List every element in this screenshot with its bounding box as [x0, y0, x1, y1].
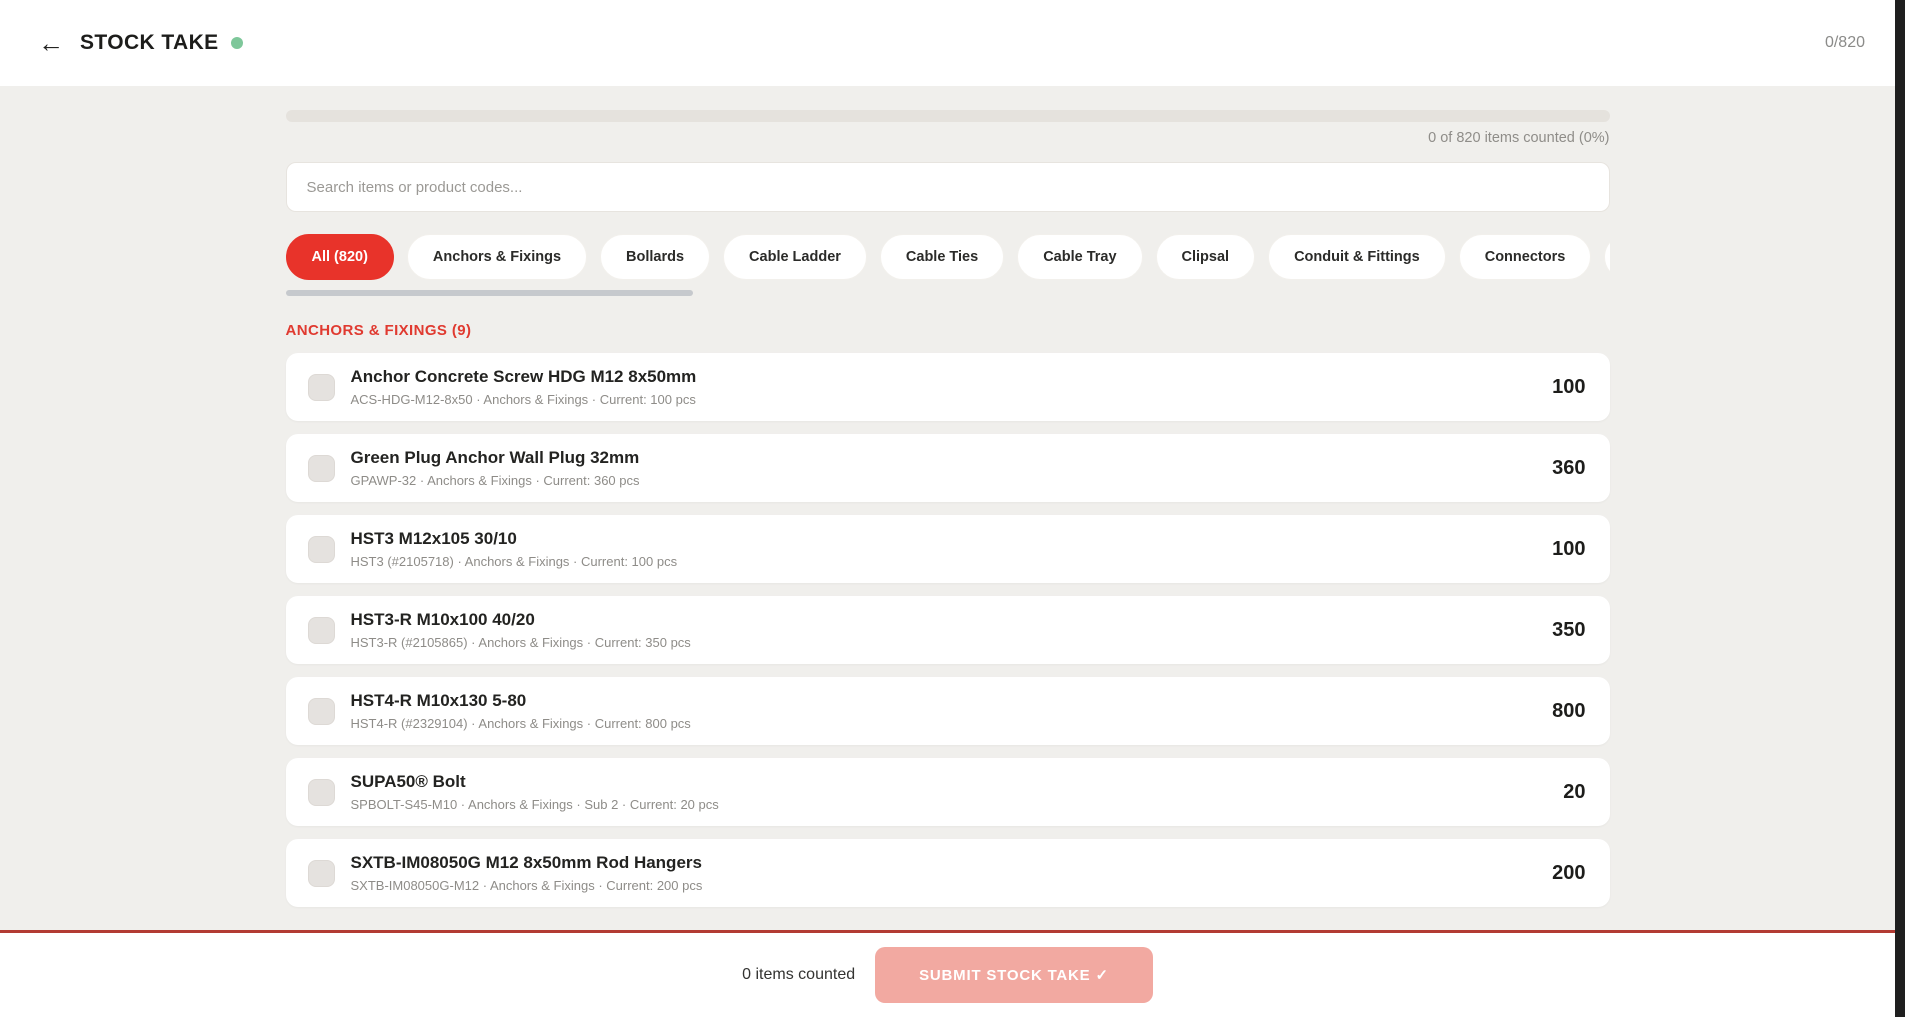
item-text: Anchor Concrete Screw HDG M12 8x50mm ACS… [351, 367, 1533, 406]
footer-bar: 0 items counted SUBMIT STOCK TAKE ✓ [0, 930, 1895, 1017]
page-title: STOCK TAKE [80, 31, 219, 55]
item-checkbox[interactable] [308, 698, 335, 725]
item-quantity: 20 [1563, 781, 1585, 804]
chips-horizontal-scrollbar[interactable] [286, 290, 693, 296]
item-text: SXTB-IM08050G M12 8x50mm Rod Hangers SXT… [351, 853, 1533, 892]
search-input[interactable] [286, 162, 1610, 212]
item-meta: SPBOLT-S45-M10 · Anchors & Fixings · Sub… [351, 797, 1544, 812]
item-quantity: 100 [1552, 538, 1585, 561]
filter-chip-anchors-fixings[interactable]: Anchors & Fixings [407, 234, 587, 280]
item-text: SUPA50® Bolt SPBOLT-S45-M10 · Anchors & … [351, 772, 1544, 811]
filter-chip-connectors[interactable]: Connectors [1459, 234, 1592, 280]
item-checkbox[interactable] [308, 536, 335, 563]
item-name: SUPA50® Bolt [351, 772, 1544, 792]
section-heading: ANCHORS & FIXINGS (9) [286, 322, 1610, 339]
filter-chip-all[interactable]: All (820) [286, 234, 394, 280]
progress-summary: 0 of 820 items counted (0%) [286, 130, 1610, 146]
stock-take-page: ← STOCK TAKE 0/820 0 of 820 items counte… [0, 0, 1905, 1017]
status-dot-icon [231, 37, 243, 49]
item-meta: HST3 (#2105718) · Anchors & Fixings · Cu… [351, 554, 1533, 569]
item-meta: SXTB-IM08050G-M12 · Anchors & Fixings · … [351, 878, 1533, 893]
item-name: HST3 M12x105 30/10 [351, 529, 1533, 549]
item-meta: GPAWP-32 · Anchors & Fixings · Current: … [351, 473, 1533, 488]
item-meta: ACS-HDG-M12-8x50 · Anchors & Fixings · C… [351, 392, 1533, 407]
item-name: HST4-R M10x130 5-80 [351, 691, 1533, 711]
item-quantity: 360 [1552, 457, 1585, 480]
footer-count-label: 0 items counted [742, 966, 855, 984]
filter-chip-cable-tray[interactable]: Cable Tray [1017, 234, 1142, 280]
item-name: HST3-R M10x100 40/20 [351, 610, 1533, 630]
item-name: SXTB-IM08050G M12 8x50mm Rod Hangers [351, 853, 1533, 873]
list-item[interactable]: HST4-R M10x130 5-80 HST4-R (#2329104) · … [286, 677, 1610, 745]
item-checkbox[interactable] [308, 779, 335, 806]
item-meta: HST4-R (#2329104) · Anchors & Fixings · … [351, 716, 1533, 731]
filter-chip-fasteners[interactable]: Fasteners [1604, 234, 1609, 280]
item-text: HST3-R M10x100 40/20 HST3-R (#2105865) ·… [351, 610, 1533, 649]
item-quantity: 800 [1552, 700, 1585, 723]
item-name: Anchor Concrete Screw HDG M12 8x50mm [351, 367, 1533, 387]
item-checkbox[interactable] [308, 860, 335, 887]
item-checkbox[interactable] [308, 617, 335, 644]
item-checkbox[interactable] [308, 374, 335, 401]
list-item[interactable]: Green Plug Anchor Wall Plug 32mm GPAWP-3… [286, 434, 1610, 502]
filter-chip-clipsal[interactable]: Clipsal [1156, 234, 1256, 280]
filter-chip-cable-ties[interactable]: Cable Ties [880, 234, 1004, 280]
header: ← STOCK TAKE 0/820 [0, 0, 1895, 86]
list-item[interactable]: SUPA50® Bolt SPBOLT-S45-M10 · Anchors & … [286, 758, 1610, 826]
list-item[interactable]: SXTB-IM08050G M12 8x50mm Rod Hangers SXT… [286, 839, 1610, 907]
item-list: Anchor Concrete Screw HDG M12 8x50mm ACS… [286, 353, 1610, 907]
main-content: 0 of 820 items counted (0%) All (820) An… [0, 86, 1895, 930]
item-name: Green Plug Anchor Wall Plug 32mm [351, 448, 1533, 468]
item-quantity: 100 [1552, 376, 1585, 399]
filter-chip-bollards[interactable]: Bollards [600, 234, 710, 280]
item-text: HST3 M12x105 30/10 HST3 (#2105718) · Anc… [351, 529, 1533, 568]
progress-bar [286, 110, 1610, 122]
filter-chip-cable-ladder[interactable]: Cable Ladder [723, 234, 867, 280]
filter-chip-conduit-fittings[interactable]: Conduit & Fittings [1268, 234, 1446, 280]
item-quantity: 200 [1552, 862, 1585, 885]
item-meta: HST3-R (#2105865) · Anchors & Fixings · … [351, 635, 1533, 650]
header-progress-counter: 0/820 [1825, 34, 1865, 52]
submit-stock-take-button[interactable]: SUBMIT STOCK TAKE ✓ [875, 947, 1153, 1003]
category-filter-chips: All (820) Anchors & Fixings Bollards Cab… [286, 234, 1610, 280]
list-item[interactable]: HST3-R M10x100 40/20 HST3-R (#2105865) ·… [286, 596, 1610, 664]
page-vertical-scrollbar[interactable] [1895, 0, 1905, 1017]
back-arrow-icon[interactable]: ← [38, 30, 64, 56]
item-text: HST4-R M10x130 5-80 HST4-R (#2329104) · … [351, 691, 1533, 730]
item-checkbox[interactable] [308, 455, 335, 482]
item-text: Green Plug Anchor Wall Plug 32mm GPAWP-3… [351, 448, 1533, 487]
list-item[interactable]: Anchor Concrete Screw HDG M12 8x50mm ACS… [286, 353, 1610, 421]
item-quantity: 350 [1552, 619, 1585, 642]
list-item[interactable]: HST3 M12x105 30/10 HST3 (#2105718) · Anc… [286, 515, 1610, 583]
